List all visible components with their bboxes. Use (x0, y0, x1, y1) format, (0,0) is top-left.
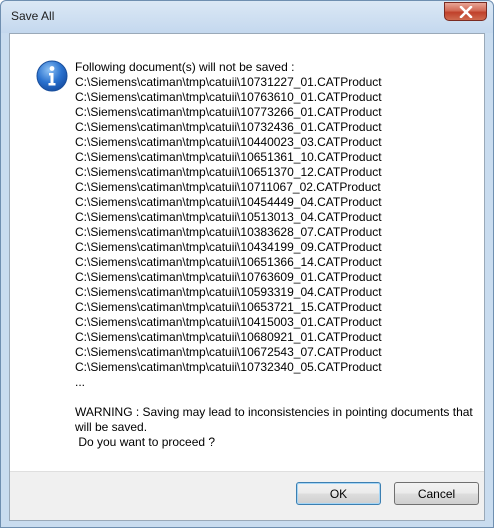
document-path: C:\Siemens\catiman\tmp\catuii\10651366_1… (75, 255, 382, 269)
document-path: C:\Siemens\catiman\tmp\catuii\10383628_0… (75, 225, 382, 239)
document-path: C:\Siemens\catiman\tmp\catuii\10711067_0… (75, 180, 381, 194)
document-path: C:\Siemens\catiman\tmp\catuii\10415003_0… (75, 315, 382, 329)
document-path: C:\Siemens\catiman\tmp\catuii\10773266_0… (75, 105, 382, 119)
document-path: C:\Siemens\catiman\tmp\catuii\10653721_1… (75, 300, 382, 314)
ok-button[interactable]: OK (296, 482, 381, 505)
document-path: C:\Siemens\catiman\tmp\catuii\10732340_0… (75, 360, 382, 374)
warning-text: WARNING : Saving may lead to inconsisten… (75, 405, 473, 434)
document-path: C:\Siemens\catiman\tmp\catuii\10593319_0… (75, 285, 382, 299)
dialog-body: Following document(s) will not be saved … (9, 33, 485, 521)
document-path: C:\Siemens\catiman\tmp\catuii\10731227_0… (75, 75, 382, 89)
message-heading: Following document(s) will not be saved … (75, 60, 295, 74)
document-path: C:\Siemens\catiman\tmp\catuii\10680921_0… (75, 330, 382, 344)
list-ellipsis: ... (75, 375, 86, 389)
dialog-title: Save All (11, 9, 55, 23)
document-path: C:\Siemens\catiman\tmp\catuii\10513013_0… (75, 210, 382, 224)
save-all-dialog: Save All Following document(s) will not … (0, 0, 494, 528)
document-path: C:\Siemens\catiman\tmp\catuii\10763609_0… (75, 270, 382, 284)
message-text: Following document(s) will not be saved … (75, 60, 475, 450)
close-icon (459, 5, 472, 18)
close-button[interactable] (444, 2, 487, 21)
button-bar: OK Cancel (10, 471, 484, 520)
proceed-question: Do you want to proceed ? (75, 435, 216, 449)
document-path: C:\Siemens\catiman\tmp\catuii\10454449_0… (75, 195, 382, 209)
info-icon (36, 60, 68, 92)
document-path: C:\Siemens\catiman\tmp\catuii\10651370_1… (75, 165, 382, 179)
document-path: C:\Siemens\catiman\tmp\catuii\10434199_0… (75, 240, 382, 254)
title-bar[interactable]: Save All (1, 1, 493, 33)
document-list: C:\Siemens\catiman\tmp\catuii\10731227_0… (75, 75, 475, 375)
document-path: C:\Siemens\catiman\tmp\catuii\10763610_0… (75, 90, 382, 104)
document-path: C:\Siemens\catiman\tmp\catuii\10440023_0… (75, 135, 382, 149)
document-path: C:\Siemens\catiman\tmp\catuii\10651361_1… (75, 150, 382, 164)
document-path: C:\Siemens\catiman\tmp\catuii\10732436_0… (75, 120, 382, 134)
document-path: C:\Siemens\catiman\tmp\catuii\10672543_0… (75, 345, 382, 359)
cancel-button[interactable]: Cancel (394, 482, 479, 505)
